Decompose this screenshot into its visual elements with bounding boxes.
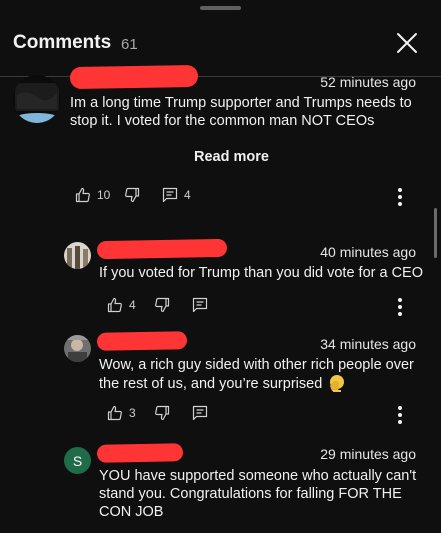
reply-icon (192, 297, 208, 313)
redacted-username (96, 443, 184, 463)
comment-text: If you voted for Trump than you did vote… (99, 264, 423, 282)
comment-text: Wow, a rich guy sided with other rich pe… (99, 356, 414, 393)
dislike-button[interactable] (154, 405, 170, 421)
more-options-icon[interactable] (397, 297, 403, 317)
comment-text-line: Wow, a rich guy sided with other rich pe… (99, 357, 414, 373)
reply-button[interactable] (192, 405, 208, 421)
comment-text: Im a long time Trump supporter and Trump… (70, 94, 412, 130)
more-options-icon[interactable] (397, 405, 403, 425)
comment-timestamp: 40 minutes ago (320, 244, 416, 260)
scrollbar[interactable] (434, 208, 437, 258)
reply-icon (162, 187, 178, 203)
like-icon (107, 297, 123, 313)
like-count: 4 (129, 298, 136, 312)
avatar[interactable] (64, 335, 91, 362)
redacted-username (96, 331, 188, 351)
like-icon (75, 187, 91, 203)
comments-header: Comments 61 (0, 0, 441, 76)
dislike-icon (154, 297, 170, 313)
like-button[interactable]: 10 (75, 187, 110, 203)
redacted-username (96, 238, 228, 260)
avatar[interactable]: S (64, 447, 91, 474)
comment-text-line: YOU have supported someone who actually … (99, 468, 417, 484)
like-count: 10 (97, 188, 111, 202)
comment-text: YOU have supported someone who actually … (99, 467, 416, 521)
like-icon (107, 405, 123, 421)
avatar-letter: S (72, 452, 83, 469)
avatar[interactable] (13, 75, 61, 123)
reply-icon (192, 405, 208, 421)
dislike-icon (124, 187, 140, 203)
comment-timestamp: 29 minutes ago (320, 446, 416, 462)
dislike-button[interactable] (154, 297, 170, 313)
like-count: 3 (129, 406, 136, 420)
dislike-button[interactable] (124, 187, 140, 203)
comments-count: 61 (121, 36, 138, 53)
dislike-icon (154, 405, 170, 421)
comment-actions: 3 (107, 405, 407, 425)
redacted-username (69, 64, 199, 90)
avatar[interactable] (64, 242, 91, 269)
reply-button[interactable] (192, 297, 208, 313)
close-icon[interactable] (396, 32, 418, 54)
comment-actions: 10 4 (75, 187, 415, 207)
comment-timestamp: 34 minutes ago (320, 336, 416, 352)
comments-title: Comments (13, 32, 112, 53)
comment-timestamp: 52 minutes ago (320, 74, 416, 90)
facepalm-emoji (328, 374, 346, 392)
comment-text-line: the rest of us, and you’re surprised (99, 376, 323, 392)
read-more-link[interactable]: Read more (194, 149, 269, 165)
like-button[interactable]: 4 (107, 297, 136, 313)
reply-button[interactable]: 4 (162, 187, 191, 203)
comment-text-line: Im a long time Trump supporter and Trump… (70, 95, 412, 111)
comment-actions: 4 (107, 297, 407, 317)
reply-count: 4 (184, 188, 191, 202)
comment-text-line: CON JOB (99, 504, 164, 520)
comment-text-line: If you voted for Trump than you did vote… (99, 265, 423, 281)
comment-text-line-with-emoji: the rest of us, and you’re surprised (99, 374, 414, 393)
comment-text-line: stop it. I voted for the common man NOT … (70, 113, 375, 129)
more-options-icon[interactable] (397, 187, 403, 207)
like-button[interactable]: 3 (107, 405, 136, 421)
comment-text-line: stand you. Congratulations for falling F… (99, 486, 402, 502)
